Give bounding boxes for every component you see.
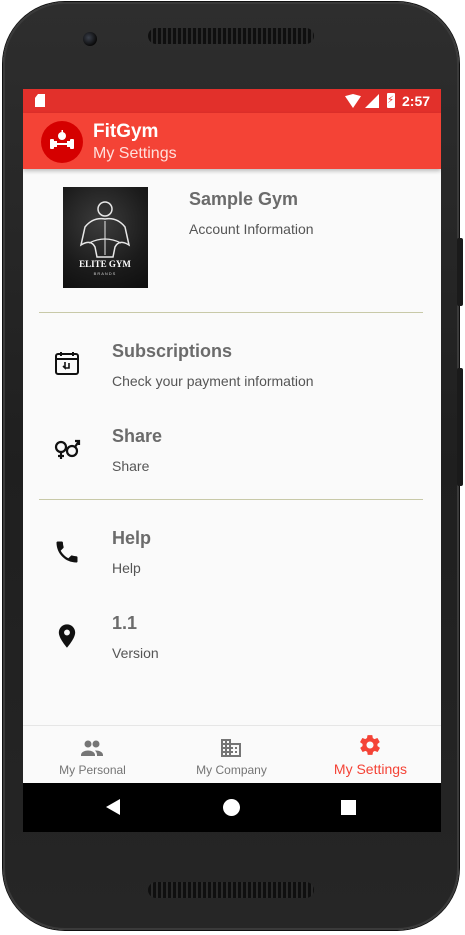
help-subtitle[interactable]: Help [112, 560, 141, 576]
front-camera [83, 32, 97, 46]
app-bar: FitGym My Settings [23, 113, 441, 169]
share-subtitle[interactable]: Share [112, 458, 149, 474]
help-title[interactable]: Help [112, 528, 151, 549]
status-bar: 2:57 [23, 89, 441, 113]
location-pin-icon [53, 622, 81, 650]
subscriptions-subtitle[interactable]: Check your payment information [112, 373, 314, 389]
gear-icon [360, 735, 380, 755]
gym-image-title: ELITE GYM [79, 259, 131, 269]
nav-my-personal-label: My Personal [59, 763, 126, 777]
nav-my-company-label: My Company [196, 763, 267, 777]
divider [39, 312, 423, 313]
version-number: 1.1 [112, 613, 138, 633]
sd-card-icon [35, 94, 45, 107]
dumbbell-apple-icon [50, 130, 74, 149]
recents-icon[interactable] [341, 800, 356, 815]
power-button [457, 238, 463, 306]
version-label: Version [112, 645, 159, 661]
home-icon[interactable] [223, 799, 240, 816]
share-title[interactable]: Share [112, 426, 162, 447]
system-navigation-bar [23, 783, 441, 832]
building-icon [221, 739, 241, 757]
gym-logo-image[interactable]: ELITE GYM BRANDS [63, 187, 148, 288]
bottom-speaker [148, 882, 314, 898]
screen: 2:57 FitGym My Settings [23, 89, 441, 832]
divider [39, 499, 423, 500]
gym-name[interactable]: Sample Gym [189, 189, 298, 210]
share-gender-icon [53, 435, 81, 463]
phone-frame: 2:57 FitGym My Settings [3, 2, 463, 930]
nav-my-settings[interactable]: My Settings [301, 726, 440, 784]
app-title: FitGym [93, 121, 159, 142]
phone-icon [53, 538, 81, 566]
bodybuilder-illustration: ELITE GYM BRANDS [79, 201, 131, 276]
app-logo [41, 121, 83, 163]
signal-icon [365, 94, 379, 108]
battery-charging-icon [387, 93, 395, 108]
account-information-link[interactable]: Account Information [189, 221, 314, 237]
nav-my-settings-label: My Settings [333, 761, 408, 777]
status-time: 2:57 [402, 93, 431, 109]
bottom-navigation: My Personal My Company My Settings [23, 725, 441, 784]
subscription-calendar-icon [53, 349, 81, 377]
app-subtitle: My Settings [93, 145, 177, 162]
nav-my-company[interactable]: My Company [162, 726, 301, 784]
top-speaker [148, 28, 314, 44]
people-icon [81, 740, 103, 756]
back-icon[interactable] [106, 799, 120, 815]
gym-image-subtitle: BRANDS [94, 271, 117, 276]
nav-my-personal[interactable]: My Personal [23, 726, 162, 784]
subscriptions-title[interactable]: Subscriptions [112, 341, 232, 362]
volume-button [457, 368, 463, 486]
wifi-icon [345, 94, 361, 108]
